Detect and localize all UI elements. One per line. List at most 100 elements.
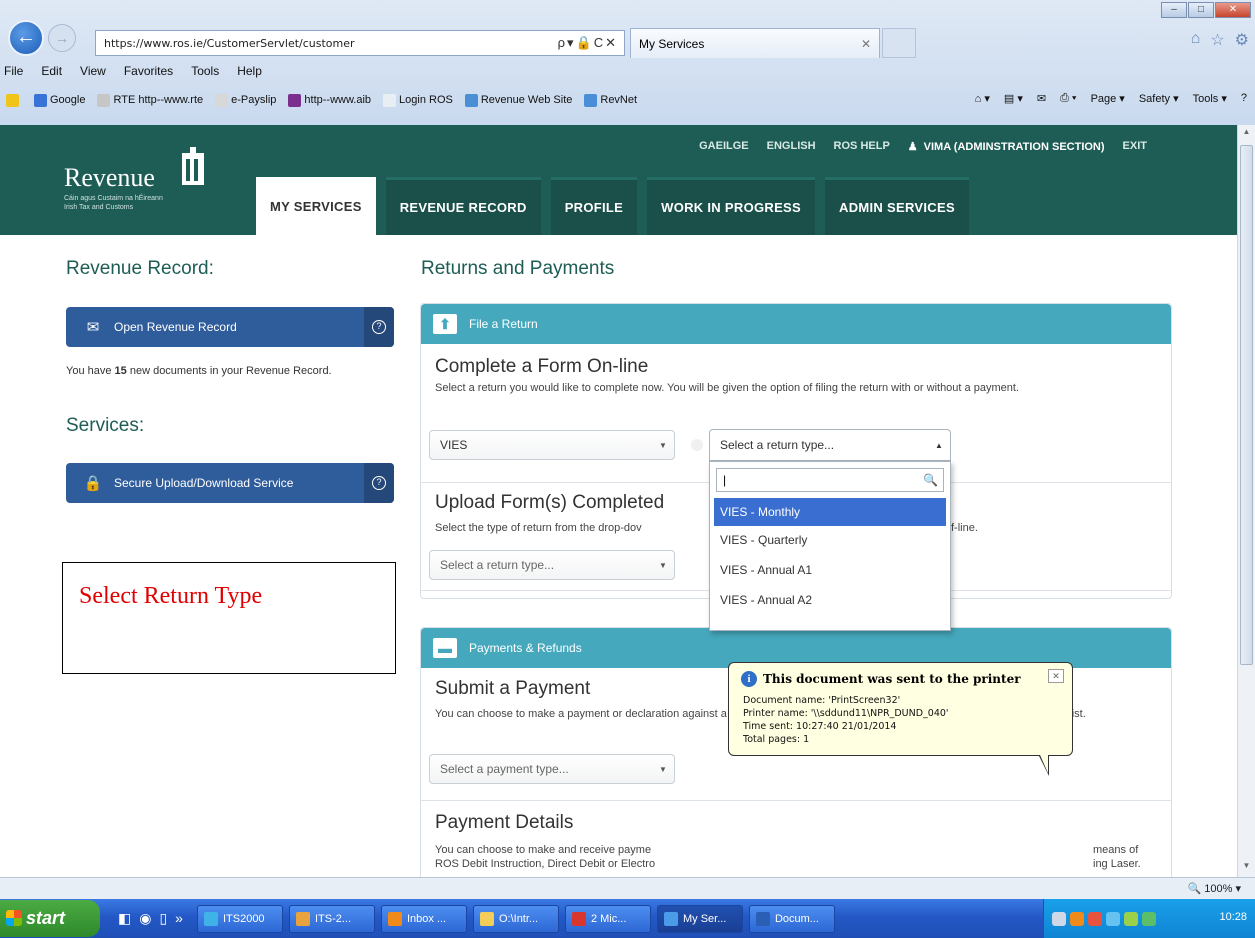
word-icon [755, 911, 770, 926]
epayslip-icon [215, 93, 229, 107]
tab-admin-services[interactable]: ADMIN SERVICES [825, 177, 969, 235]
ie-quicklaunch-icon[interactable]: ◉ [139, 910, 151, 927]
secure-upload-download-button[interactable]: 🔒 Secure Upload/Download Service ? [66, 463, 394, 503]
tab-my-services[interactable]: MY SERVICES [256, 177, 376, 235]
back-button[interactable]: ← [8, 20, 44, 56]
tray-icon-network[interactable] [1106, 911, 1120, 926]
option-vies-monthly[interactable]: VIES - Monthly [714, 498, 946, 526]
menu-tools[interactable]: Tools [191, 64, 219, 82]
minimize-button[interactable]: – [1161, 2, 1187, 18]
document-icon[interactable]: ▯ [159, 910, 167, 927]
command-bar: ⌂ ▾ ▤ ▾ ✉ ⎙ ▾ Page ▾ Safety ▾ Tools ▾ ? [975, 92, 1247, 105]
scroll-up-icon[interactable]: ▲ [1240, 127, 1253, 141]
brand-subtitle-english: Irish Tax and Customs [64, 204, 134, 211]
mail-icon[interactable]: ✉ [1037, 92, 1046, 105]
menu-favorites[interactable]: Favorites [124, 64, 173, 82]
upload-return-type-select[interactable]: Select a return type... ▼ [429, 550, 675, 580]
taskbar-item-its2000[interactable]: ITS2000 [196, 904, 283, 933]
fav-epayslip[interactable]: e-Payslip [215, 93, 276, 107]
help-button[interactable]: ? [364, 307, 394, 347]
option-vies-annual-a1[interactable]: VIES - Annual A1 [714, 556, 946, 584]
ie-icon [663, 911, 678, 926]
upload-forms-text: Select the type of return from the drop-… [435, 522, 642, 534]
return-type-dropdown: | 🔍 VIES - Monthly VIES - Quarterly VIES… [709, 461, 951, 631]
tax-type-select[interactable]: VIES ▼ [429, 430, 675, 460]
tab-work-in-progress[interactable]: WORK IN PROGRESS [647, 177, 815, 235]
printer-tray-icon[interactable] [1052, 911, 1066, 926]
feeds-dropdown-icon[interactable]: ▤ ▾ [1004, 92, 1023, 105]
address-bar[interactable]: https://www.ros.ie/CustomerServlet/custo… [95, 30, 625, 56]
menu-edit[interactable]: Edit [41, 64, 62, 82]
back-arrow-icon: ← [16, 26, 36, 48]
upload-forms-heading: Upload Form(s) Completed [435, 492, 665, 513]
link-english[interactable]: ENGLISH [767, 140, 816, 153]
fav-rte[interactable]: RTE http--www.rte [97, 93, 203, 107]
upload-return-type-value: Select a return type... [440, 558, 555, 572]
file-return-icon: ⬆ [433, 314, 457, 334]
link-ros-help[interactable]: ROS HELP [834, 140, 890, 153]
fav-login-ros[interactable]: Login ROS [383, 93, 453, 107]
print-dropdown-icon[interactable]: ⎙ ▾ [1060, 92, 1076, 105]
taskbar-item-folder[interactable]: O:\Intr... [472, 904, 559, 933]
link-exit[interactable]: EXIT [1123, 140, 1147, 153]
new-tab-button[interactable] [882, 28, 916, 58]
tab-close-icon[interactable]: ✕ [861, 37, 879, 51]
expand-chevron-icon[interactable]: » [175, 910, 183, 927]
tray-icon-outlook[interactable] [1070, 911, 1084, 926]
fav-revenue-site[interactable]: Revenue Web Site [464, 93, 572, 107]
tray-icon-misc[interactable] [1142, 911, 1156, 926]
taskbar-item-microsoft[interactable]: 2 Mic... [564, 904, 651, 933]
favorites-star-icon[interactable]: ☆ [1210, 30, 1224, 50]
favorites-star[interactable] [6, 93, 22, 107]
return-type-select[interactable]: Select a return type... ▲ [709, 429, 951, 461]
fav-revnet[interactable]: RevNet [584, 93, 637, 107]
vertical-scrollbar[interactable]: ▲ ▼ [1237, 125, 1255, 877]
home-icon[interactable]: ⌂ [1191, 30, 1201, 50]
link-gaeilge[interactable]: GAEILGE [699, 140, 749, 153]
desktop-icon[interactable]: ◧ [118, 910, 131, 927]
complete-form-heading: Complete a Form On-line [435, 356, 649, 377]
option-vies-annual-a2[interactable]: VIES - Annual A2 [714, 586, 946, 614]
open-revenue-record-button[interactable]: ✉ Open Revenue Record ? [66, 307, 394, 347]
maximize-button[interactable]: □ [1188, 2, 1214, 18]
help-icon[interactable]: ? [1241, 92, 1247, 105]
address-url[interactable]: https://www.ros.ie/CustomerServlet/custo… [104, 37, 558, 50]
app-icon [295, 911, 310, 926]
home-dropdown-icon[interactable]: ⌂ ▾ [975, 92, 990, 105]
return-type-placeholder: Select a return type... [720, 438, 835, 452]
page-menu[interactable]: Page ▾ [1091, 92, 1125, 105]
tray-icon-update[interactable] [1124, 911, 1138, 926]
settings-gear-icon[interactable]: ⚙ [1235, 30, 1249, 50]
tab-revenue-record[interactable]: REVENUE RECORD [385, 177, 541, 235]
browser-tab[interactable]: My Services ✕ [630, 28, 880, 58]
safety-menu[interactable]: Safety ▾ [1139, 92, 1179, 105]
menu-help[interactable]: Help [237, 64, 262, 82]
taskbar-item-inbox[interactable]: Inbox ... [380, 904, 467, 933]
close-window-button[interactable]: ✕ [1215, 2, 1251, 18]
close-notification-button[interactable]: ✕ [1048, 669, 1064, 683]
tools-menu[interactable]: Tools ▾ [1193, 92, 1227, 105]
user-menu[interactable]: ♟ VIMA (ADMINSTRATION SECTION) [908, 140, 1105, 154]
start-button[interactable]: start [0, 900, 100, 937]
scroll-thumb[interactable] [1240, 145, 1253, 665]
dropdown-search-input[interactable]: | 🔍 [716, 468, 944, 492]
zoom-level[interactable]: 🔍 100% ▾ [1188, 882, 1241, 895]
revenue-logo[interactable]: Revenue Cáin agus Custaim na hÉireann Ir… [64, 163, 163, 211]
tab-profile[interactable]: PROFILE [550, 177, 638, 235]
payment-type-select[interactable]: Select a payment type... ▼ [429, 754, 675, 784]
taskbar-item-my-services[interactable]: My Ser... [656, 904, 743, 933]
fav-google[interactable]: Google [34, 93, 85, 107]
scroll-down-icon[interactable]: ▼ [1240, 861, 1253, 875]
taskbar-item-its2[interactable]: ITS-2... [288, 904, 375, 933]
forward-button[interactable]: → [48, 24, 76, 52]
fav-aib[interactable]: http--www.aib [288, 93, 371, 107]
magnifier-icon: 🔍 [1187, 883, 1202, 895]
menu-view[interactable]: View [80, 64, 106, 82]
menu-file[interactable]: File [4, 64, 23, 82]
help-button[interactable]: ? [364, 463, 394, 503]
tray-icon-security[interactable] [1088, 911, 1102, 926]
option-vies-quarterly[interactable]: VIES - Quarterly [714, 526, 946, 554]
address-controls[interactable]: ρ▾🔒C✕ [558, 35, 624, 51]
taskbar-item-document[interactable]: Docum... [748, 904, 835, 933]
ie-icon [464, 93, 478, 107]
